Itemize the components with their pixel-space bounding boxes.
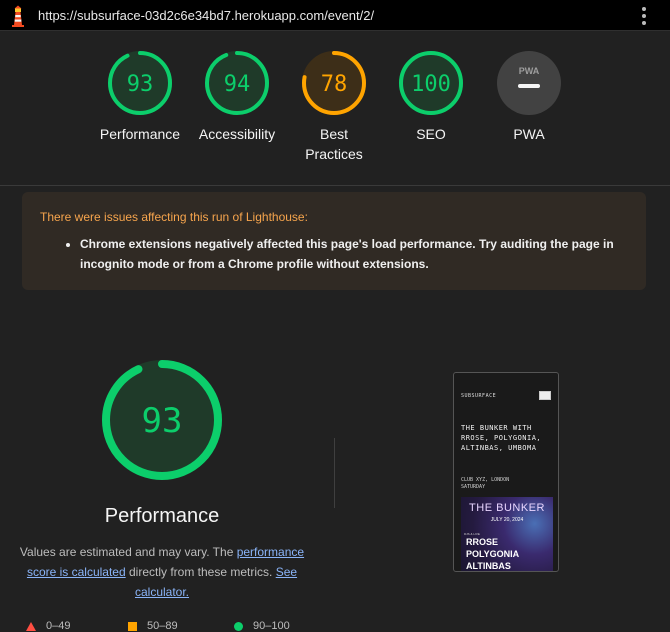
gauge-performance-label: Performance	[99, 126, 181, 142]
legend-pass: 90–100	[234, 620, 290, 632]
run-warnings-box: There were issues affecting this run of …	[22, 192, 646, 290]
gauge-performance[interactable]: 93 Performance	[90, 45, 190, 144]
gauge-accessibility-ring: 94	[205, 51, 269, 115]
poster-artist: POLYGONIA	[466, 549, 520, 559]
poster-artist: ALTINBAS	[466, 561, 511, 571]
gauge-performance-score: 93	[127, 72, 154, 97]
screenshot-venue: CLUB XYZ, LONDON SATURDAY	[461, 477, 557, 491]
pwa-badge-text: PWA	[519, 66, 540, 76]
browser-top-bar: https://subsurface-03d2c6e34bd7.herokuap…	[0, 0, 670, 31]
fail-triangle-icon	[26, 621, 36, 631]
legend-fail: 0–49	[26, 620, 70, 632]
score-gauges-row: 93 Performance 94 Accessibility 78 Best …	[0, 45, 670, 185]
screenshot-brand: SUBSURFACE	[461, 393, 497, 399]
page-url[interactable]: https://subsurface-03d2c6e34bd7.herokuap…	[38, 8, 374, 23]
legend-fail-range: 0–49	[46, 620, 71, 632]
legend-average: 50–89	[128, 620, 178, 632]
screenshot-venue-line1: CLUB XYZ, LONDON	[461, 477, 510, 483]
warning-item: Chrome extensions negatively affected th…	[80, 234, 640, 274]
gauge-best-practices-score: 78	[321, 72, 348, 97]
screenshot-poster: THE BUNKER JULY 20, 2024 DJS & LIVE RROS…	[461, 497, 553, 571]
poster-date: JULY 20, 2024	[490, 517, 524, 523]
gauge-seo-ring: 100	[399, 51, 463, 115]
gauge-seo[interactable]: 100 SEO	[381, 45, 481, 144]
score-legend: 0–49 50–89 90–100	[26, 620, 326, 632]
gauge-pwa[interactable]: PWA PWA	[479, 45, 579, 144]
warning-list: Chrome extensions negatively affected th…	[80, 234, 640, 274]
gauge-best-practices-ring: 78	[302, 51, 366, 115]
gauge-accessibility[interactable]: 94 Accessibility	[187, 45, 287, 144]
section-divider	[0, 185, 670, 186]
gauge-accessibility-label: Accessibility	[198, 126, 276, 142]
final-screenshot-thumbnail[interactable]: SUBSURFACE THE BUNKER WITH RROSE, POLYGO…	[453, 372, 559, 572]
legend-pass-range: 90–100	[253, 620, 290, 632]
screenshot-venue-line2: SATURDAY	[461, 484, 486, 490]
performance-big-score: 93	[142, 401, 183, 441]
warning-title: There were issues affecting this run of …	[40, 210, 308, 224]
vertical-divider	[334, 438, 335, 508]
average-square-icon	[128, 621, 137, 631]
pwa-badge-icon: PWA	[497, 51, 561, 115]
screenshot-heading: THE BUNKER WITH RROSE, POLYGONIA, ALTINB…	[461, 424, 542, 452]
gauge-performance-ring: 93	[108, 51, 172, 115]
performance-title: Performance	[104, 505, 220, 527]
performance-description: Values are estimated and may vary. The p…	[14, 542, 310, 602]
gauge-best-practices[interactable]: 78 Best Practices	[284, 45, 384, 164]
lighthouse-logo-icon	[12, 5, 24, 27]
gauge-accessibility-score: 94	[224, 72, 251, 97]
gauge-best-practices-label: Best Practices	[305, 126, 363, 162]
gauge-seo-score: 100	[411, 72, 451, 97]
legend-average-range: 50–89	[147, 620, 178, 632]
desc-middle: directly from these metrics.	[125, 565, 276, 579]
gauge-pwa-label: PWA	[513, 126, 545, 142]
pass-circle-icon	[234, 621, 243, 631]
menu-kebab-icon[interactable]	[640, 7, 648, 25]
poster-title: THE BUNKER	[469, 502, 545, 514]
desc-prefix: Values are estimated and may vary. The	[19, 545, 237, 559]
performance-big-gauge: 93	[102, 360, 222, 480]
screenshot-menu-icon	[539, 391, 551, 400]
gauge-seo-label: SEO	[416, 126, 446, 142]
poster-small-text: DJS & LIVE	[464, 532, 480, 536]
poster-artist: RROSE	[466, 537, 499, 547]
